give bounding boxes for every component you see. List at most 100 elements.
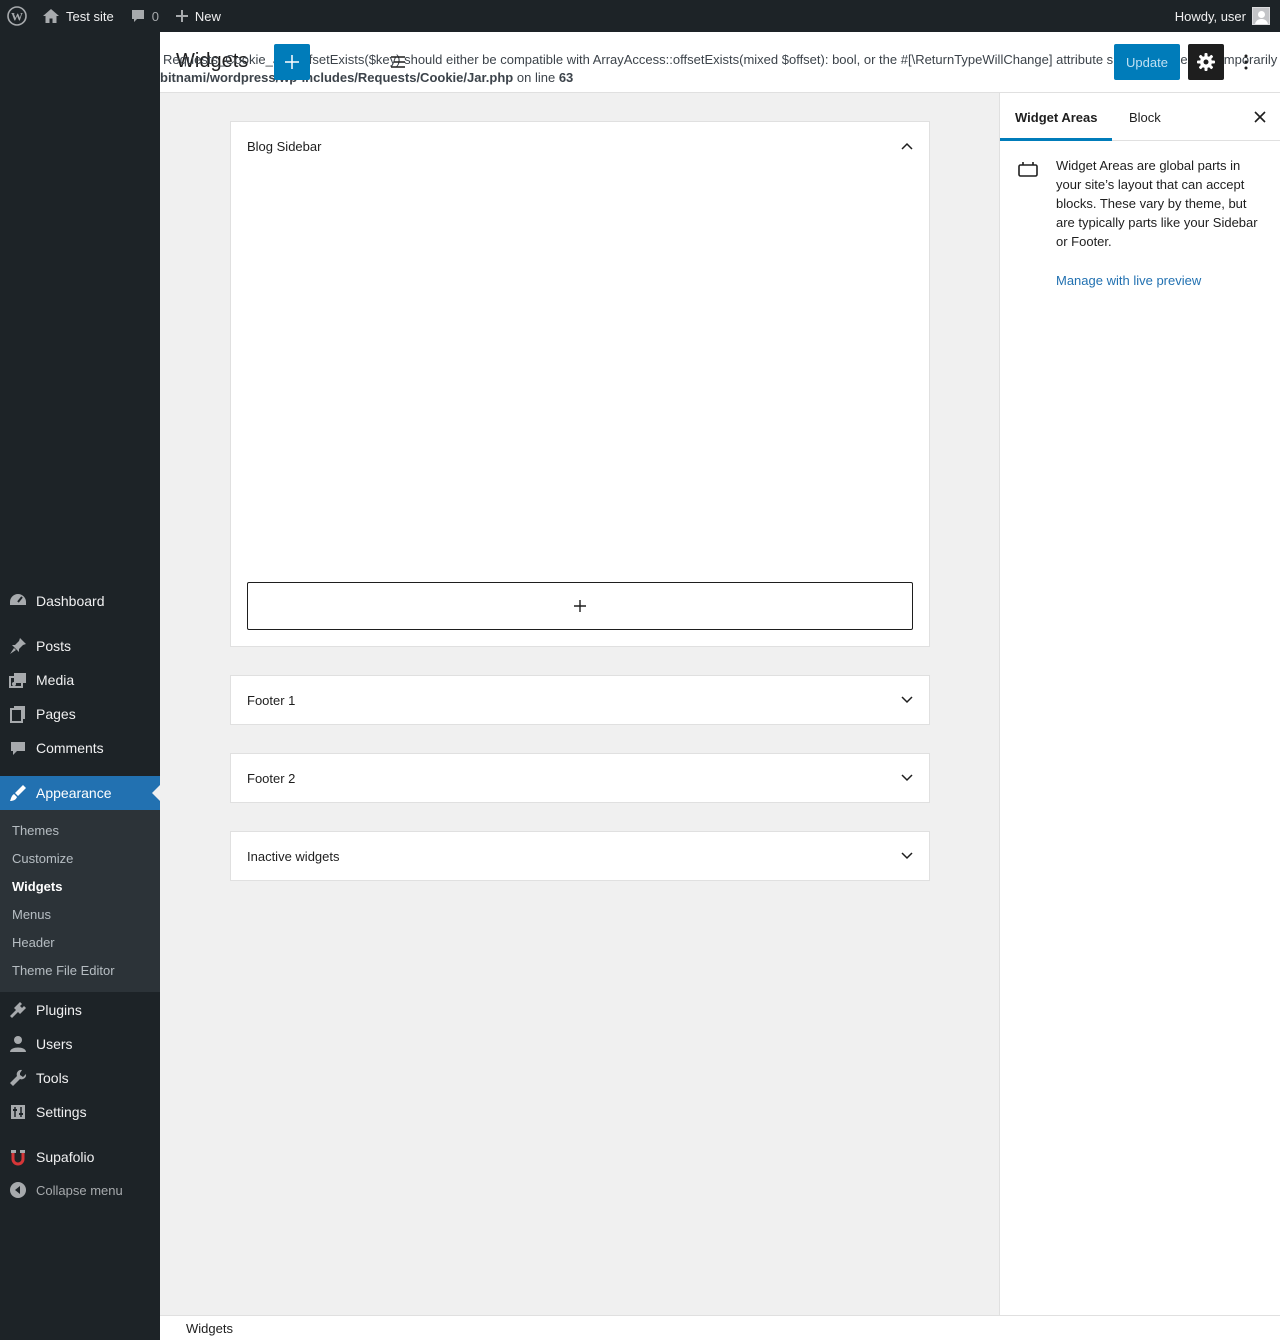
collapse-icon	[0, 1181, 36, 1199]
user-icon	[0, 1035, 36, 1053]
breadcrumb[interactable]: Widgets	[186, 1321, 233, 1336]
widget-areas-description: Widget Areas are global parts in your si…	[1056, 158, 1258, 249]
menu-label-media: Media	[36, 672, 75, 688]
settings-tabs: Widget Areas Block	[1000, 93, 1280, 141]
svg-text:W: W	[11, 10, 23, 24]
menu-label-users: Users	[36, 1036, 73, 1052]
menu-label-appearance: Appearance	[36, 785, 112, 801]
account-menu[interactable]: Howdy, user	[1167, 0, 1280, 32]
new-content-link[interactable]: New	[167, 0, 229, 32]
brush-icon	[0, 784, 36, 802]
menu-item-dashboard[interactable]: Dashboard	[0, 584, 160, 618]
pages-icon	[0, 705, 36, 723]
block-appender-button[interactable]	[247, 582, 913, 630]
site-name-label: Test site	[66, 8, 114, 24]
submenu-customize[interactable]: Customize	[12, 851, 73, 866]
menu-label-dashboard: Dashboard	[36, 593, 105, 609]
list-view-icon	[391, 56, 405, 68]
chevron-down-icon	[901, 774, 913, 782]
more-options-button[interactable]	[1234, 44, 1258, 80]
widget-area-footer-1[interactable]: Footer 1	[230, 675, 930, 725]
manage-live-preview-link[interactable]: Manage with live preview	[1056, 273, 1201, 288]
plus-icon	[285, 55, 299, 69]
menu-item-users[interactable]: Users	[0, 1027, 160, 1061]
pin-icon	[0, 637, 36, 655]
widget-area-blog-sidebar: Blog Sidebar	[230, 121, 930, 647]
widget-areas-icon	[1018, 161, 1038, 180]
add-block-button[interactable]	[274, 44, 310, 80]
notice-line-number: 63	[558, 70, 574, 85]
menu-item-tools[interactable]: Tools	[0, 1061, 160, 1095]
list-view-button[interactable]	[386, 50, 410, 74]
submenu-theme-file-editor[interactable]: Theme File Editor	[12, 963, 115, 978]
gear-icon	[1197, 53, 1215, 71]
collapse-label: Collapse menu	[36, 1182, 123, 1198]
widget-area-header[interactable]: Inactive widgets	[231, 832, 929, 880]
widget-area-header[interactable]: Footer 2	[231, 754, 929, 802]
menu-item-posts[interactable]: Posts	[0, 629, 160, 663]
settings-icon	[0, 1103, 36, 1121]
menu-label-settings: Settings	[36, 1104, 87, 1120]
comment-bubble-icon	[130, 8, 146, 24]
admin-sidebar: Dashboard Posts Media Pages Comments App…	[0, 32, 160, 1340]
notice-location: bitnami/wordpress/wp-includes/Requests/C…	[160, 69, 573, 87]
widget-area-inactive-widgets[interactable]: Inactive widgets	[230, 831, 930, 881]
widget-area-title: Inactive widgets	[247, 848, 340, 864]
tab-widget-areas[interactable]: Widget Areas	[1000, 93, 1112, 141]
menu-item-pages[interactable]: Pages	[0, 697, 160, 731]
comment-icon	[0, 739, 36, 757]
site-name-link[interactable]: Test site	[34, 0, 122, 32]
appearance-submenu: Themes Customize Widgets Menus Header Th…	[0, 810, 160, 992]
submenu-widgets[interactable]: Widgets	[12, 879, 62, 894]
widget-area-header[interactable]: Footer 1	[231, 676, 929, 724]
menu-item-media[interactable]: Media	[0, 663, 160, 697]
widget-area-footer-2[interactable]: Footer 2	[230, 753, 930, 803]
menu-item-appearance[interactable]: Appearance	[0, 776, 160, 810]
admin-bar: W Test site 0 New Howdy, user	[0, 0, 1280, 32]
collapse-menu-button[interactable]: Collapse menu	[0, 1178, 123, 1202]
settings-toggle-button[interactable]	[1188, 44, 1224, 80]
comments-link[interactable]: 0	[122, 0, 167, 32]
wordpress-logo-icon[interactable]: W	[0, 0, 34, 32]
menu-item-plugins[interactable]: Plugins	[0, 993, 160, 1027]
menu-label-pages: Pages	[36, 706, 76, 722]
menu-label-posts: Posts	[36, 638, 72, 654]
menu-item-comments[interactable]: Comments	[0, 731, 160, 765]
plus-icon	[175, 9, 189, 23]
notice-message: Requests_Cookie_Jar::offsetExists($key) …	[163, 52, 1278, 67]
avatar	[1252, 7, 1270, 25]
chevron-up-icon	[901, 142, 913, 150]
submenu-menus[interactable]: Menus	[12, 907, 51, 922]
dashboard-icon	[0, 592, 36, 610]
close-icon	[1254, 111, 1266, 123]
widget-area-title: Footer 1	[247, 692, 296, 708]
tab-block[interactable]: Block	[1114, 93, 1176, 141]
comments-count: 0	[151, 8, 159, 24]
notice-on-line: on line	[516, 70, 556, 85]
widget-areas-canvas: Blog Sidebar Footer 1 Footer 2 Inactive …	[160, 93, 999, 1315]
home-icon	[42, 8, 60, 24]
submenu-themes[interactable]: Themes	[12, 823, 59, 838]
submenu-header[interactable]: Header	[12, 935, 55, 950]
plus-icon	[574, 600, 586, 612]
menu-label-supafolio: Supafolio	[36, 1149, 95, 1165]
wrench-icon	[0, 1069, 36, 1087]
notice-path: bitnami/wordpress/wp-includes/Requests/C…	[160, 70, 514, 85]
widget-area-header[interactable]: Blog Sidebar	[231, 122, 929, 170]
chevron-down-icon	[901, 696, 913, 704]
new-label: New	[194, 8, 221, 24]
editor-header: Widgets Requests_Cookie_Jar::offsetExist…	[160, 32, 1280, 93]
widget-area-title: Blog Sidebar	[247, 138, 322, 154]
menu-item-supafolio[interactable]: Supafolio	[0, 1140, 160, 1174]
editor-footer: Widgets	[160, 1315, 1280, 1340]
menu-label-plugins: Plugins	[36, 1002, 82, 1018]
menu-label-comments: Comments	[36, 740, 104, 756]
update-button[interactable]: Update	[1114, 44, 1180, 80]
menu-label-tools: Tools	[36, 1070, 69, 1086]
widget-area-title: Footer 2	[247, 770, 296, 786]
settings-sidebar: Widget Areas Block Widget Areas are glob…	[999, 93, 1280, 1315]
media-icon	[0, 671, 36, 689]
close-settings-button[interactable]	[1248, 105, 1272, 129]
menu-item-settings[interactable]: Settings	[0, 1095, 160, 1129]
plugin-icon	[0, 1001, 36, 1019]
